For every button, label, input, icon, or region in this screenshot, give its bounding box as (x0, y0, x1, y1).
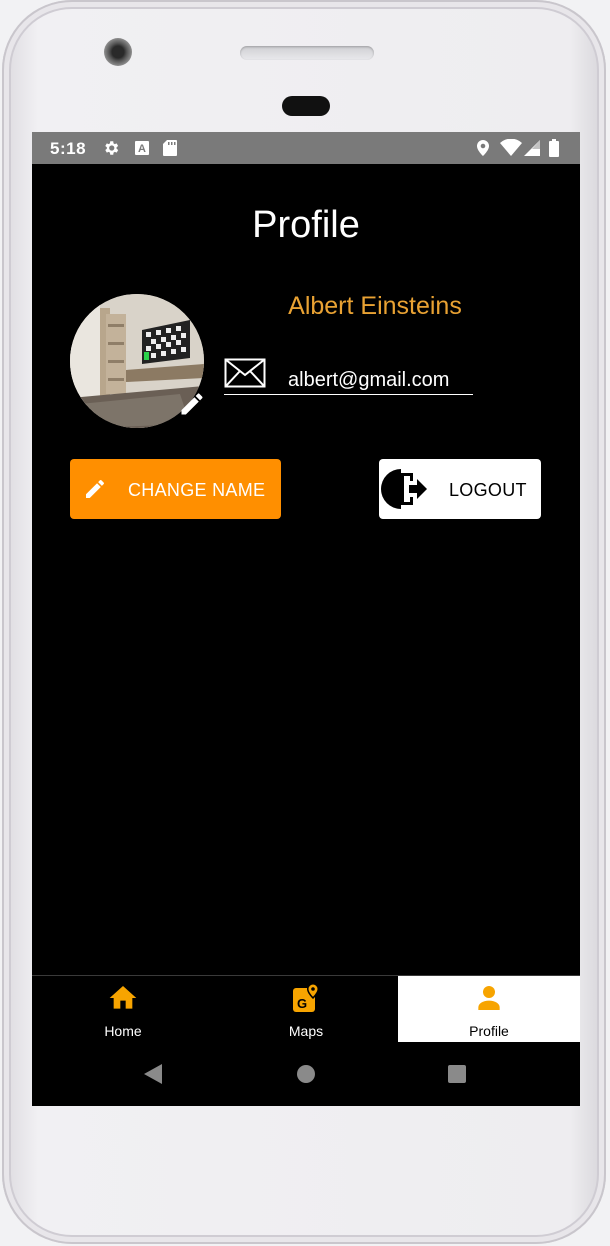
map-icon: G (290, 982, 322, 1019)
gear-icon (102, 139, 120, 162)
back-icon[interactable] (142, 1062, 164, 1091)
status-bar: 5:18 A (32, 132, 580, 164)
nav-item-home[interactable]: Home (32, 976, 214, 1043)
nav-label-maps: Maps (288, 1023, 324, 1039)
earpiece-speaker (240, 46, 374, 60)
logout-label: LOGOUT (449, 480, 527, 500)
nav-item-profile[interactable]: Profile (398, 976, 580, 1043)
logout-button[interactable]: LOGOUT (379, 459, 541, 519)
location-icon (475, 139, 491, 162)
svg-text:G: G (297, 996, 307, 1011)
nav-label-home: Home (104, 1023, 142, 1039)
proximity-sensor (282, 96, 330, 116)
home-circle-icon[interactable] (296, 1064, 316, 1089)
user-name: Albert Einsteins (288, 292, 462, 320)
bottom-navigation: Home G Maps Profile (32, 975, 580, 1043)
change-name-button[interactable]: CHANGE NAME (70, 459, 281, 519)
pencil-icon (83, 477, 107, 506)
wifi-icon (500, 138, 522, 162)
svg-text:A: A (138, 143, 146, 155)
a-icon: A (134, 139, 150, 162)
sd-card-icon (162, 139, 178, 162)
recents-square-icon[interactable] (447, 1064, 467, 1089)
change-name-label: CHANGE NAME (128, 480, 266, 500)
app-screen: 5:18 A Profile Albert Einsteins albert@g… (32, 132, 580, 1106)
system-navigation-bar (32, 1042, 580, 1106)
logout-icon (379, 467, 429, 516)
battery-icon (548, 139, 560, 162)
home-icon (107, 982, 139, 1019)
front-camera (104, 38, 132, 66)
phone-frame: 5:18 A Profile Albert Einsteins albert@g… (2, 0, 606, 1244)
nav-label-profile: Profile (469, 1023, 509, 1039)
status-time: 5:18 (50, 139, 87, 158)
page-title: Profile (252, 204, 360, 246)
email-text: albert@gmail.com (288, 369, 450, 391)
signal-icon (523, 139, 541, 162)
nav-item-maps[interactable]: G Maps (215, 976, 397, 1043)
mail-icon (224, 358, 266, 393)
edit-avatar-pencil-icon[interactable] (178, 390, 206, 423)
email-field: albert@gmail.com (224, 358, 473, 395)
person-icon (473, 982, 505, 1019)
